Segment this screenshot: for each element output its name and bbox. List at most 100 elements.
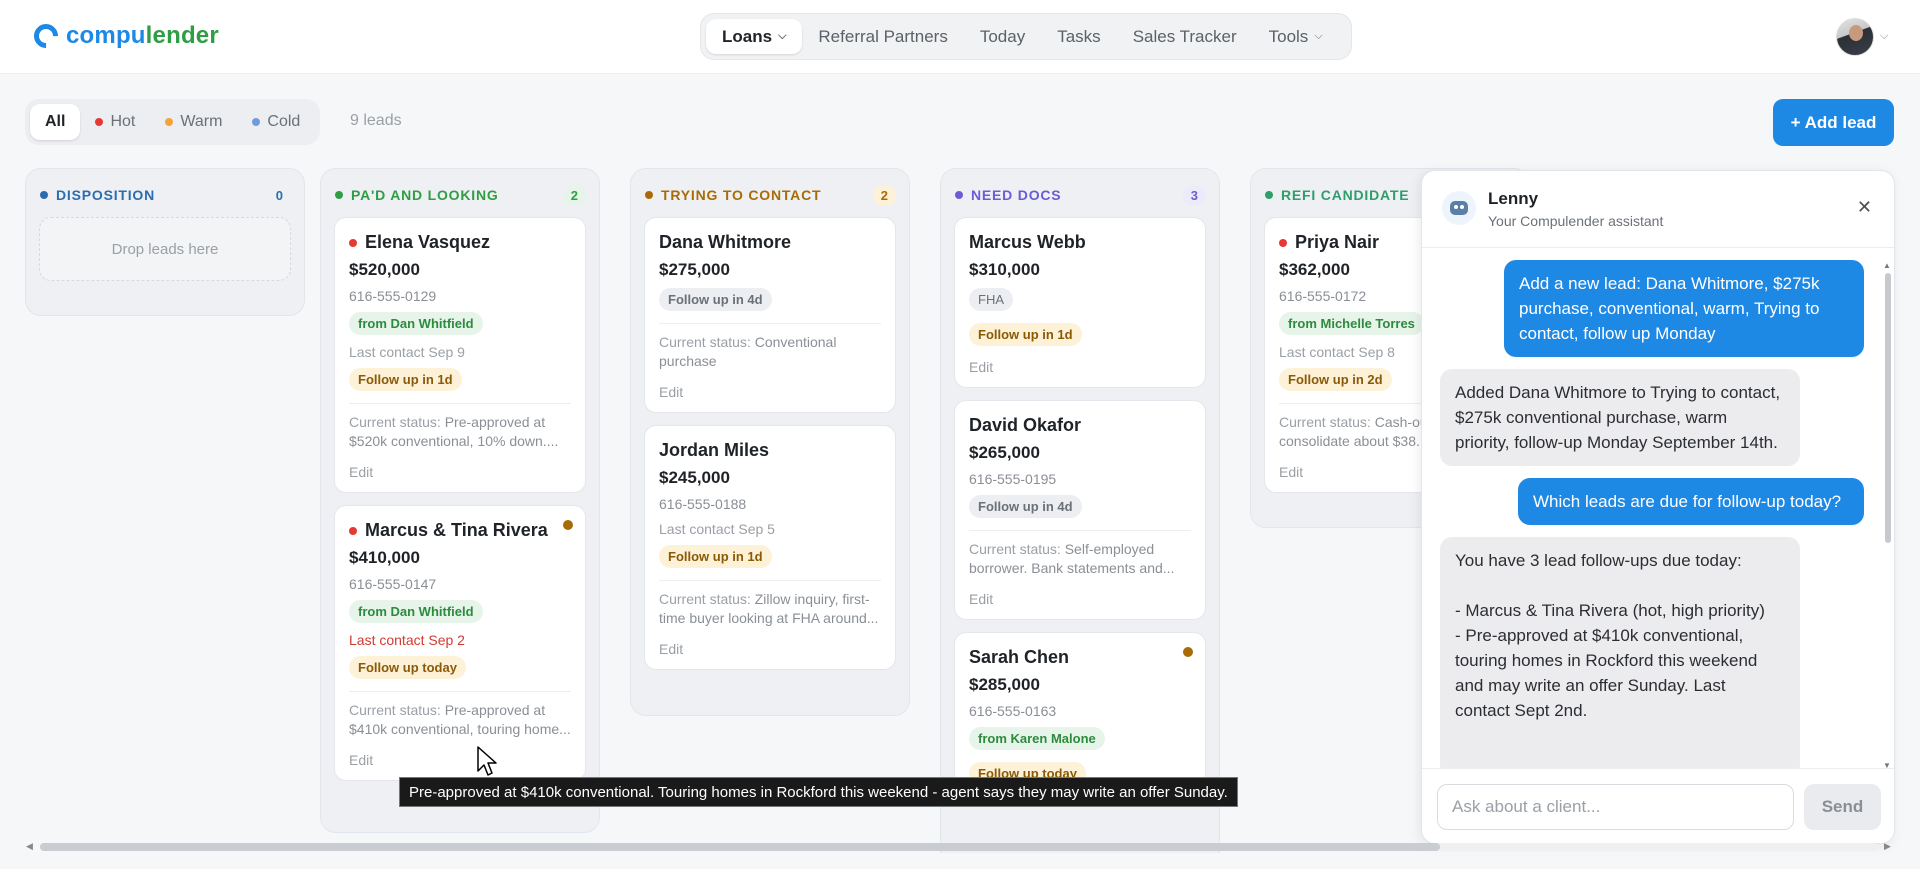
chat-messages: Add a new lead: Dana Whitmore, $275k pur… [1422, 248, 1882, 768]
chat-footer: Ask about a client... Send [1422, 768, 1894, 843]
filter-cold[interactable]: Cold [237, 104, 315, 140]
last-contact: Last contact Sep 2 [349, 632, 465, 648]
nav-sales-tracker[interactable]: Sales Tracker [1117, 19, 1253, 54]
lead-name: David Okafor [969, 415, 1082, 435]
user-message: Which leads are due for follow-up today? [1518, 478, 1864, 525]
divider [659, 580, 881, 581]
current-status: Current status: Conventional purchase [659, 334, 837, 369]
edit-link[interactable]: Edit [349, 464, 571, 480]
avatar[interactable] [1836, 18, 1874, 56]
main-nav: Loans ⌵ Referral Partners Today Tasks Sal… [700, 13, 1352, 60]
lead-card[interactable]: Dana Whitmore $275,000 Follow up in 4d C… [644, 217, 896, 413]
priority-dot-icon [1183, 647, 1193, 657]
scroll-up-icon[interactable]: ▲ [1883, 261, 1891, 270]
scroll-left-icon[interactable]: ◀ [26, 841, 33, 852]
lead-name: Sarah Chen [969, 647, 1070, 667]
chevron-down-icon[interactable]: ⌵ [1880, 30, 1888, 43]
drop-zone[interactable]: Drop leads here [39, 217, 291, 281]
avatar-face [1849, 25, 1863, 41]
nav-referral-partners[interactable]: Referral Partners [802, 19, 963, 54]
nav-tasks[interactable]: Tasks [1041, 19, 1116, 54]
close-icon[interactable]: ✕ [1857, 197, 1872, 218]
filter-warm[interactable]: Warm [150, 104, 237, 140]
assistant-chat-panel: Lenny Your Compulender assistant ✕ Add a… [1421, 170, 1895, 844]
column-header: TRYING TO CONTACT 2 [644, 183, 896, 207]
filter-hot[interactable]: Hot [80, 104, 150, 140]
chat-subtitle: Your Compulender assistant [1488, 213, 1664, 229]
hot-dot-icon [1279, 238, 1287, 247]
hot-dot-icon [349, 238, 357, 247]
edit-link[interactable]: Edit [969, 359, 1191, 375]
follow-up-badge: Follow up today [349, 656, 466, 679]
send-button[interactable]: Send [1804, 784, 1881, 830]
chat-title: Lenny [1488, 189, 1539, 208]
source-badge: from Michelle Torres [1279, 312, 1424, 335]
source-badge: from Karen Malone [969, 727, 1105, 750]
divider [969, 530, 1191, 531]
column-dot-icon [40, 191, 48, 199]
lead-card[interactable]: Jordan Miles $245,000 616-555-0188 Last … [644, 425, 896, 670]
divider [349, 691, 571, 692]
assistant-message: You have 3 lead follow-ups due today: - … [1440, 537, 1800, 768]
filter-all[interactable]: All [30, 104, 81, 140]
add-lead-button[interactable]: + Add lead [1773, 99, 1894, 146]
current-status: Current status: Pre-approved at $520k co… [349, 414, 559, 449]
lead-phone: 616-555-0195 [969, 471, 1057, 487]
edit-link[interactable]: Edit [659, 384, 881, 400]
logo-text: compulender [66, 22, 219, 49]
nav-loans[interactable]: Loans ⌵ [706, 19, 803, 54]
lead-name: Dana Whitmore [659, 232, 792, 252]
source-badge: from Dan Whitfield [349, 312, 483, 335]
lead-name: Elena Vasquez [349, 232, 571, 253]
user-message: Add a new lead: Dana Whitmore, $275k pur… [1504, 260, 1864, 357]
top-bar: compulender Loans ⌵ Referral Partners Tod… [0, 0, 1920, 74]
lead-card[interactable]: Marcus Webb $310,000 FHA Follow up in 1d… [954, 217, 1206, 388]
column-header: PA'D AND LOOKING 2 [334, 183, 586, 207]
lead-name: Marcus Webb [969, 232, 1086, 252]
column-title: DISPOSITION [56, 187, 156, 203]
scroll-thumb[interactable] [40, 843, 1440, 851]
lead-amount: $245,000 [659, 468, 730, 487]
column-header: NEED DOCS 3 [954, 183, 1206, 207]
hot-dot-icon [95, 118, 104, 126]
last-contact: Last contact Sep 9 [349, 344, 465, 360]
scroll-thumb[interactable] [1885, 273, 1891, 543]
priority-filter: All Hot Warm Cold [25, 99, 321, 145]
follow-up-badge: Follow up in 1d [969, 323, 1082, 346]
lead-phone: 616-555-0147 [349, 576, 437, 592]
lead-card[interactable]: Marcus & Tina Rivera $410,000 616-555-01… [334, 505, 586, 781]
divider [659, 323, 881, 324]
nav-today[interactable]: Today [964, 19, 1041, 54]
lead-phone: 616-555-0188 [659, 496, 747, 512]
lead-card[interactable]: David Okafor $265,000 616-555-0195 Follo… [954, 400, 1206, 620]
board-horizontal-scrollbar[interactable]: ◀ ▶ [26, 840, 1894, 854]
column-disposition: DISPOSITION 0 Drop leads here [25, 168, 305, 316]
warm-dot-icon [165, 118, 174, 126]
edit-link[interactable]: Edit [659, 641, 881, 657]
logo-mark-icon [29, 19, 63, 53]
leads-count: 9 leads [350, 112, 402, 129]
column-dot-icon [645, 191, 653, 199]
hot-dot-icon [349, 526, 357, 535]
column-title: NEED DOCS [971, 187, 1062, 203]
scroll-right-icon[interactable]: ▶ [1884, 841, 1891, 852]
current-status[interactable]: Current status: Pre-approved at $410k co… [349, 701, 571, 739]
lead-card[interactable]: Elena Vasquez $520,000 616-555-0129 from… [334, 217, 586, 493]
source-badge: from Dan Whitfield [349, 600, 483, 623]
current-status: Current status: Self-employed borrower. … [969, 541, 1175, 576]
robot-icon [1442, 191, 1476, 225]
lead-phone: 616-555-0163 [969, 703, 1057, 719]
chat-scrollbar[interactable]: ▲ ▼ [1883, 261, 1892, 770]
column-count: 2 [872, 185, 896, 205]
edit-link[interactable]: Edit [969, 591, 1191, 607]
lead-card[interactable]: Sarah Chen $285,000 616-555-0163 from Ka… [954, 632, 1206, 798]
edit-link[interactable]: Edit [349, 752, 571, 768]
lead-amount: $410,000 [349, 548, 420, 567]
column-dot-icon [1265, 191, 1273, 199]
column-dot-icon [955, 191, 963, 199]
chat-input[interactable]: Ask about a client... [1437, 784, 1794, 830]
nav-tools[interactable]: Tools ⌵ [1253, 19, 1339, 54]
chevron-down-icon: ⌵ [1314, 30, 1323, 42]
logo[interactable]: compulender [29, 19, 219, 53]
column-title: PA'D AND LOOKING [351, 187, 499, 203]
